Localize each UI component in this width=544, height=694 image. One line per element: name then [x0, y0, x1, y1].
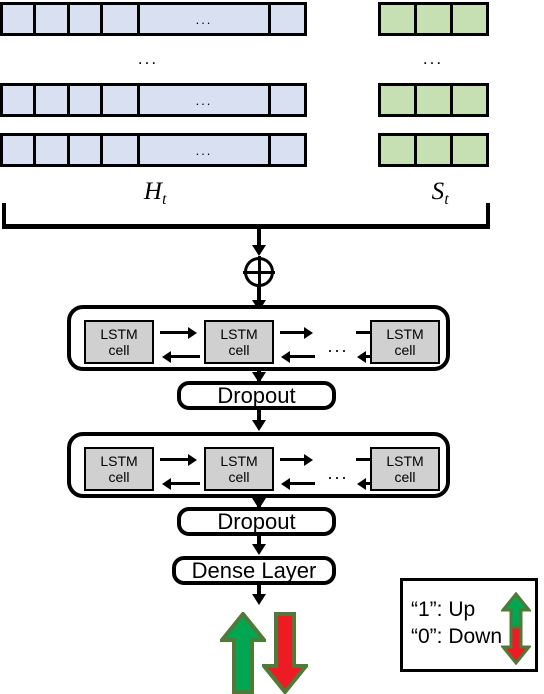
hidden-cell	[103, 136, 140, 164]
dropout-label: Dropout	[217, 508, 296, 534]
hidden-row-3: ...	[0, 133, 307, 167]
hidden-group-label: Ht	[105, 178, 205, 208]
lstm-cell: LSTM cell	[84, 447, 154, 491]
sentiment-cell	[381, 136, 417, 164]
diagram-canvas: ... ... ... ... ... Ht St LSTM cell LSTM…	[0, 0, 544, 694]
forward-arrow-icon	[280, 326, 320, 339]
hidden-rows-ellipsis: ...	[137, 49, 159, 68]
sentiment-cell	[453, 86, 486, 114]
lstm-cell-title: LSTM	[100, 452, 138, 469]
hidden-cell	[36, 5, 70, 33]
legend-label-down: “0”: Down	[411, 625, 503, 648]
forward-arrow-icon	[160, 453, 200, 466]
sentiment-group-label-base: S	[431, 178, 445, 205]
input-bracket	[2, 203, 490, 229]
sentiment-cell	[453, 136, 486, 164]
hidden-cell-ellipsis: ...	[140, 86, 271, 114]
legend-down-arrow-icon	[501, 625, 531, 665]
arrowhead-icon	[252, 420, 266, 431]
sentiment-group-label: St	[390, 178, 490, 208]
backward-arrow-icon	[280, 477, 320, 490]
hidden-row-2: ...	[0, 83, 307, 117]
lstm-cell-title: LSTM	[100, 325, 138, 342]
bilstm-layer-2: LSTM cell LSTM cell ... LSTM cell	[67, 432, 450, 498]
hidden-cell	[271, 86, 304, 114]
hidden-cell	[3, 5, 36, 33]
hidden-cell	[70, 5, 103, 33]
lstm-cell: LSTM cell	[204, 447, 274, 491]
lstm-cells-ellipsis: ...	[327, 463, 349, 483]
sentiment-rows-ellipsis: ...	[422, 49, 444, 68]
hidden-cell	[3, 86, 36, 114]
legend-label-up: “1”: Up	[411, 598, 476, 621]
hidden-cell-ellipsis: ...	[140, 5, 271, 33]
hidden-cell	[36, 136, 70, 164]
hidden-cell	[103, 5, 140, 33]
dropout-box-1: Dropout	[177, 381, 336, 410]
lstm-cell-title: LSTM	[386, 325, 424, 342]
lstm-cell-subtitle: cell	[394, 342, 416, 358]
forward-arrow-icon	[280, 453, 320, 466]
arrowhead-icon	[252, 544, 266, 555]
output-down-arrow-icon	[262, 612, 308, 694]
hidden-group-label-base: H	[143, 178, 162, 205]
sentiment-cell	[417, 86, 453, 114]
sentiment-cell	[417, 136, 453, 164]
hidden-cell	[3, 136, 36, 164]
backward-arrow-icon	[160, 477, 200, 490]
hidden-cell-ellipsis: ...	[140, 136, 271, 164]
hidden-cell	[70, 86, 103, 114]
sentiment-cell	[417, 5, 453, 33]
lstm-cell: LSTM cell	[370, 320, 440, 364]
sentiment-cell	[381, 86, 417, 114]
lstm-cell-subtitle: cell	[394, 469, 416, 485]
output-up-arrow-icon	[220, 612, 266, 694]
sentiment-row-2	[378, 83, 489, 117]
dense-layer-label: Dense Layer	[191, 557, 317, 583]
lstm-cell-subtitle: cell	[108, 342, 130, 358]
hidden-cell	[36, 86, 70, 114]
forward-arrow-icon	[160, 326, 200, 339]
sentiment-row-3	[378, 133, 489, 167]
dense-layer-box: Dense Layer	[172, 556, 336, 585]
lstm-cell-title: LSTM	[220, 325, 258, 342]
arrowhead-icon	[252, 245, 266, 256]
lstm-cell-subtitle: cell	[228, 469, 250, 485]
hidden-cell	[103, 86, 140, 114]
sentiment-cell	[381, 5, 417, 33]
backward-arrow-icon	[160, 350, 200, 363]
hidden-cell	[271, 5, 304, 33]
hidden-cell	[70, 136, 103, 164]
merge-operator-icon	[243, 256, 275, 288]
backward-arrow-icon	[280, 350, 320, 363]
arrowhead-icon	[252, 594, 266, 605]
dropout-label: Dropout	[217, 382, 296, 408]
lstm-cell: LSTM cell	[370, 447, 440, 491]
hidden-cell	[271, 136, 304, 164]
sentiment-cell	[453, 5, 486, 33]
lstm-cell: LSTM cell	[204, 320, 274, 364]
lstm-cell-title: LSTM	[386, 452, 424, 469]
lstm-cell-subtitle: cell	[108, 469, 130, 485]
lstm-cell-subtitle: cell	[228, 342, 250, 358]
lstm-cell-title: LSTM	[220, 452, 258, 469]
bilstm-layer-1: LSTM cell LSTM cell ... LSTM cell	[67, 305, 450, 371]
lstm-cells-ellipsis: ...	[327, 336, 349, 356]
dropout-box-2: Dropout	[177, 507, 336, 536]
hidden-row-1: ...	[0, 2, 307, 36]
lstm-cell: LSTM cell	[84, 320, 154, 364]
sentiment-row-1	[378, 2, 489, 36]
